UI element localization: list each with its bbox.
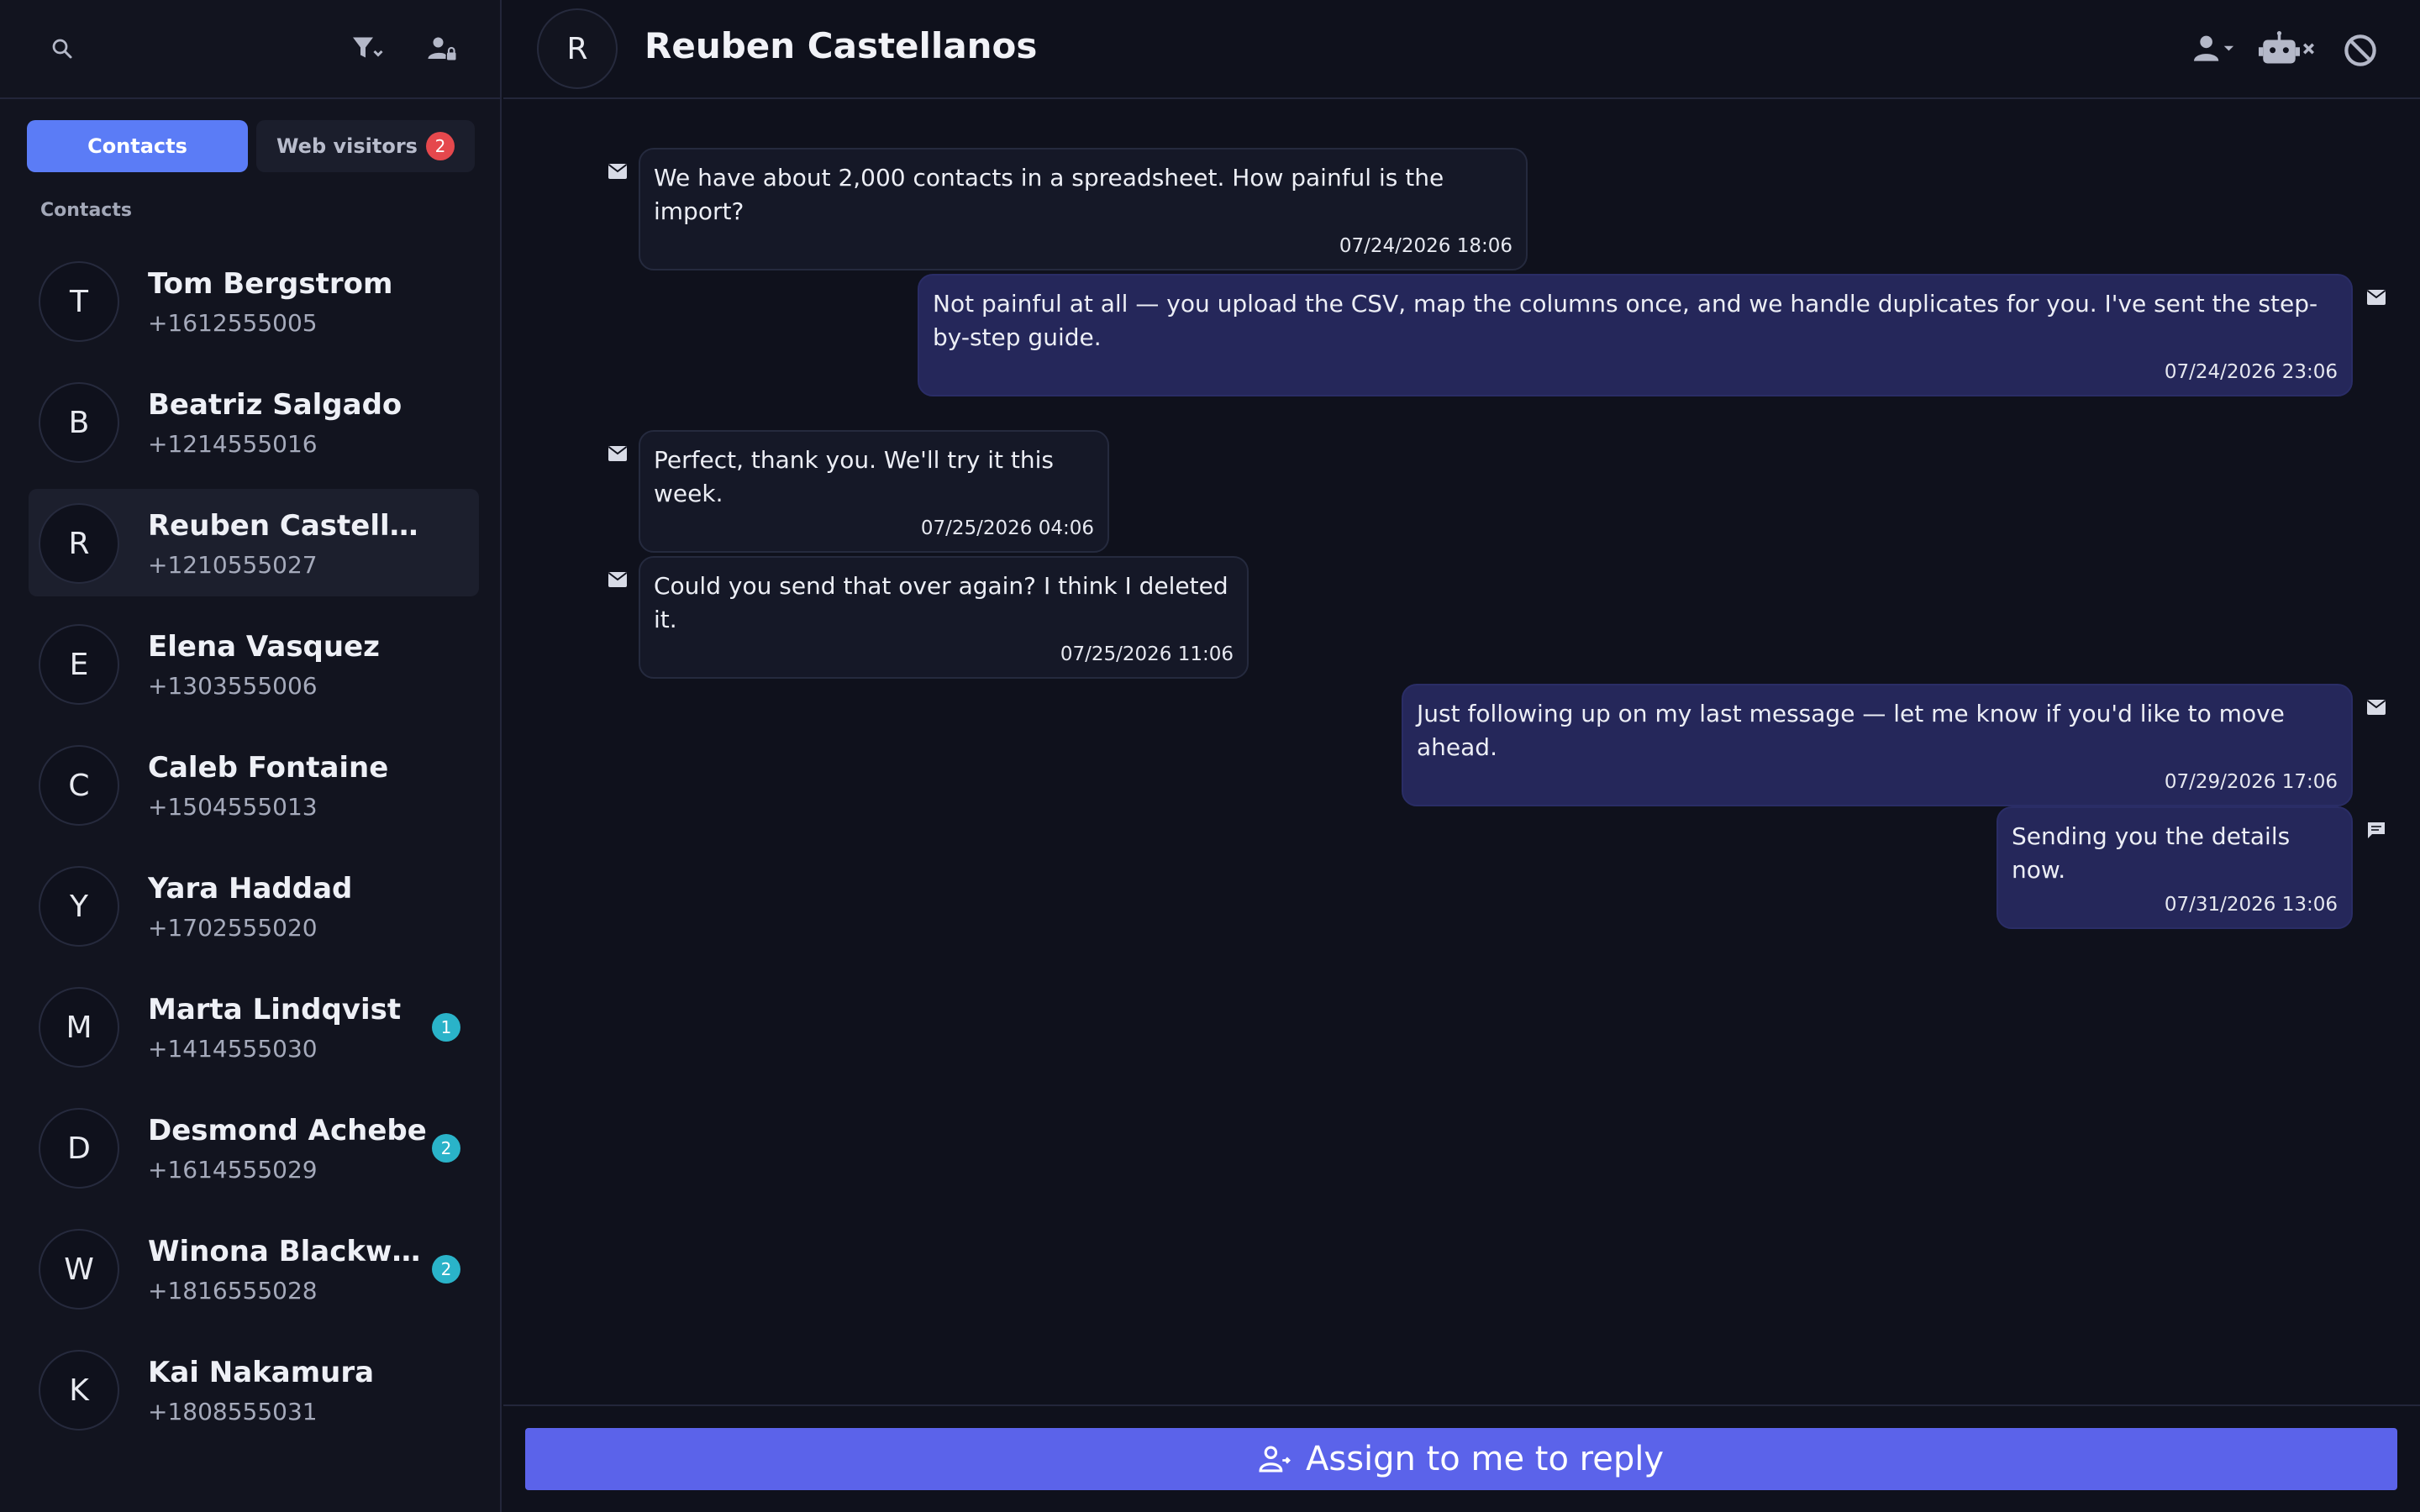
list-item[interactable]: M Marta Lindqvist +1414555030 1 — [29, 973, 479, 1080]
mail-icon — [2366, 289, 2386, 306]
message-timestamp: 07/31/2026 13:06 — [2164, 894, 2338, 916]
contact-phone: +1614555029 — [148, 1156, 318, 1184]
avatar: E — [39, 624, 119, 705]
unread-count-badge: 2 — [432, 1255, 460, 1284]
message-text: Sending you the details now. — [2012, 822, 2291, 884]
list-item[interactable]: C Caleb Fontaine +1504555013 — [29, 731, 479, 838]
message-timestamp: 07/24/2026 18:06 — [1339, 235, 1512, 257]
block-icon[interactable] — [2342, 32, 2379, 69]
list-item[interactable]: K Kai Nakamura +1808555031 — [29, 1336, 479, 1443]
contact-name: Caleb Fontaine — [148, 751, 389, 785]
outgoing-message: Not painful at all — you upload the CSV,… — [918, 274, 2353, 396]
conversations-sidebar: Contacts Web visitors 2 Contacts T Tom Be… — [0, 0, 502, 1512]
message-text: Could you send that over again? I think … — [654, 572, 1228, 633]
filter-icon[interactable] — [350, 32, 387, 66]
conversation-pane: R Reuben Castellanos We have about 2,000… — [503, 0, 2420, 1512]
message-text: Just following up on my last message — l… — [1417, 700, 2285, 761]
contact-phone: +1808555031 — [148, 1398, 318, 1425]
list-item[interactable]: D Desmond Achebe +1614555029 2 — [29, 1094, 479, 1201]
contact-name: Elena Vasquez — [148, 630, 380, 664]
incoming-message: Could you send that over again? I think … — [639, 556, 1249, 679]
message-timestamp: 07/25/2026 11:06 — [1060, 643, 1234, 665]
contact-name: Winona Blackwoo... — [148, 1235, 434, 1268]
assign-to-me-label: Assign to me to reply — [1306, 1440, 1664, 1478]
avatar: D — [39, 1108, 119, 1189]
contact-name: Desmond Achebe — [148, 1114, 427, 1147]
assign-to-me-button[interactable]: Assign to me to reply — [525, 1428, 2397, 1490]
sidebar-toolbar — [0, 0, 500, 99]
avatar: C — [39, 745, 119, 826]
avatar[interactable]: R — [537, 8, 618, 89]
contact-type-tabs: Contacts Web visitors 2 — [27, 120, 475, 172]
mail-icon — [608, 571, 628, 588]
contacts-section-label: Contacts — [40, 200, 132, 221]
avatar: K — [39, 1350, 119, 1431]
list-item[interactable]: T Tom Bergstrom +1612555005 — [29, 247, 479, 354]
message-text: Perfect, thank you. We'll try it this we… — [654, 446, 1055, 507]
avatar: Y — [39, 866, 119, 947]
unread-count-badge: 1 — [432, 1013, 460, 1042]
list-item[interactable]: W Winona Blackwoo... +1816555028 2 — [29, 1215, 479, 1322]
avatar: M — [39, 987, 119, 1068]
contact-phone: +1303555006 — [148, 672, 318, 700]
list-item[interactable]: E Elena Vasquez +1303555006 — [29, 610, 479, 717]
incoming-message: Perfect, thank you. We'll try it this we… — [639, 430, 1109, 553]
contact-name: Kai Nakamura — [148, 1356, 375, 1389]
mail-icon — [2366, 699, 2386, 716]
assign-user-icon — [1259, 1446, 1291, 1473]
contact-phone: +1414555030 — [148, 1035, 318, 1063]
chat-icon — [2366, 822, 2386, 838]
contact-phone: +1214555016 — [148, 430, 318, 458]
message-thread: We have about 2,000 contacts in a spread… — [503, 101, 2420, 1403]
assign-user-icon[interactable] — [2192, 30, 2239, 67]
assigned-user-icon[interactable] — [425, 32, 459, 66]
tab-web-visitors-label: Web visitors — [276, 134, 418, 158]
page-title: Reuben Castellanos — [644, 25, 1038, 66]
contact-phone: +1702555020 — [148, 914, 318, 942]
tab-web-visitors[interactable]: Web visitors 2 — [256, 120, 475, 172]
mail-icon — [608, 445, 628, 462]
bot-off-icon[interactable] — [2258, 30, 2318, 67]
message-timestamp: 07/25/2026 04:06 — [920, 517, 1094, 539]
conversation-header: R Reuben Castellanos — [503, 0, 2420, 99]
contact-name: Reuben Castella... — [148, 509, 434, 543]
tab-contacts-label: Contacts — [87, 134, 187, 158]
web-visitors-count-badge: 2 — [425, 132, 455, 160]
message-text: Not painful at all — you upload the CSV,… — [933, 290, 2318, 351]
contact-phone: +1816555028 — [148, 1277, 318, 1305]
mail-icon — [608, 163, 628, 180]
list-item[interactable]: B Beatriz Salgado +1214555016 — [29, 368, 479, 475]
contact-name: Marta Lindqvist — [148, 993, 402, 1026]
message-timestamp: 07/29/2026 17:06 — [2164, 771, 2338, 793]
unread-count-badge: 2 — [432, 1134, 460, 1163]
avatar: B — [39, 382, 119, 463]
incoming-message: We have about 2,000 contacts in a spread… — [639, 148, 1528, 270]
avatar: W — [39, 1229, 119, 1310]
message-text: We have about 2,000 contacts in a spread… — [654, 164, 1444, 225]
contact-phone: +1210555027 — [148, 551, 318, 579]
contact-name: Beatriz Salgado — [148, 388, 402, 422]
search-icon[interactable] — [47, 34, 77, 64]
composer: Assign to me to reply — [503, 1404, 2420, 1512]
avatar: R — [39, 503, 119, 584]
contact-phone: +1504555013 — [148, 793, 318, 821]
avatar: T — [39, 261, 119, 342]
message-timestamp: 07/24/2026 23:06 — [2164, 361, 2338, 383]
contact-phone: +1612555005 — [148, 309, 318, 337]
tab-contacts[interactable]: Contacts — [27, 120, 248, 172]
list-item[interactable]: R Reuben Castella... +1210555027 — [29, 489, 479, 596]
contact-name: Yara Haddad — [148, 872, 353, 906]
outgoing-message: Sending you the details now. 07/31/2026 1… — [1996, 806, 2353, 929]
list-item[interactable]: Y Yara Haddad +1702555020 — [29, 852, 479, 959]
contact-name: Tom Bergstrom — [148, 267, 393, 301]
outgoing-message: Just following up on my last message — l… — [1402, 684, 2353, 806]
